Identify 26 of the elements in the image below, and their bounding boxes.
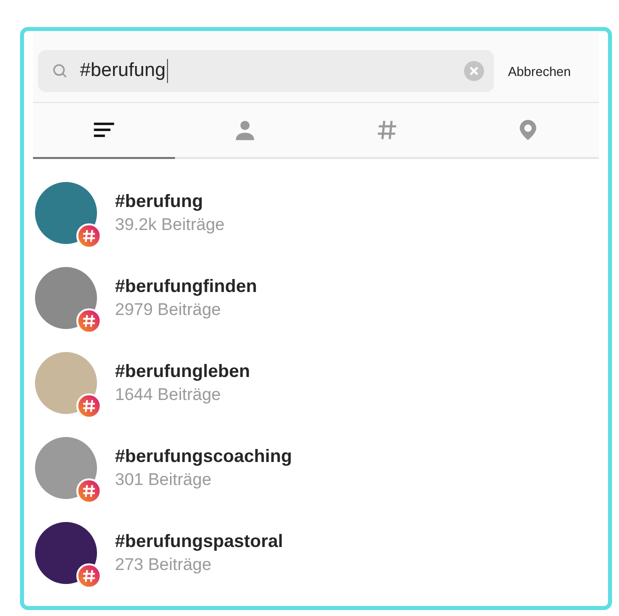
- cancel-button[interactable]: Abbrechen: [506, 60, 573, 82]
- post-count: 273 Beiträge: [115, 554, 212, 574]
- search-field[interactable]: #berufung: [38, 50, 494, 92]
- hashtag-name: #berufungleben: [115, 360, 250, 382]
- hashtag-result[interactable]: #berufungleben 1644 Beiträge: [35, 340, 599, 425]
- hashtag-result[interactable]: #berufungscoaching 301 Beiträge: [35, 425, 599, 510]
- hashtag-badge-icon: [76, 478, 102, 504]
- hashtag-name: #berufungfinden: [115, 276, 257, 296]
- hashtag-name: #berufungspastoral: [115, 530, 284, 552]
- hashtag-name: #berufung: [115, 190, 204, 212]
- hashtag-result[interactable]: #berufungspastoral 273 Beiträge: [35, 510, 599, 595]
- hashtag-badge-icon: [76, 562, 102, 588]
- hashtag-name: #berufungscoaching: [115, 446, 292, 466]
- hashtag-badge-icon: [76, 308, 102, 334]
- post-count: 39.2k Beiträge: [115, 214, 225, 234]
- post-count: 1644 Beiträge: [115, 384, 222, 404]
- search-icon: [52, 63, 68, 79]
- hashtag-badge-icon: [76, 222, 102, 248]
- hashtag-icon: [376, 119, 398, 141]
- clear-icon[interactable]: [464, 61, 484, 81]
- post-count: 2979 Beiträge: [115, 300, 222, 320]
- hashtag-result[interactable]: #berufung 39.2k Beiträge: [35, 170, 599, 255]
- post-count: 301 Beiträge: [115, 470, 212, 490]
- hashtag-result[interactable]: #berufungfinden 2979 Beiträge: [35, 255, 599, 340]
- person-icon: [234, 119, 256, 141]
- hashtag-badge-icon: [76, 392, 102, 418]
